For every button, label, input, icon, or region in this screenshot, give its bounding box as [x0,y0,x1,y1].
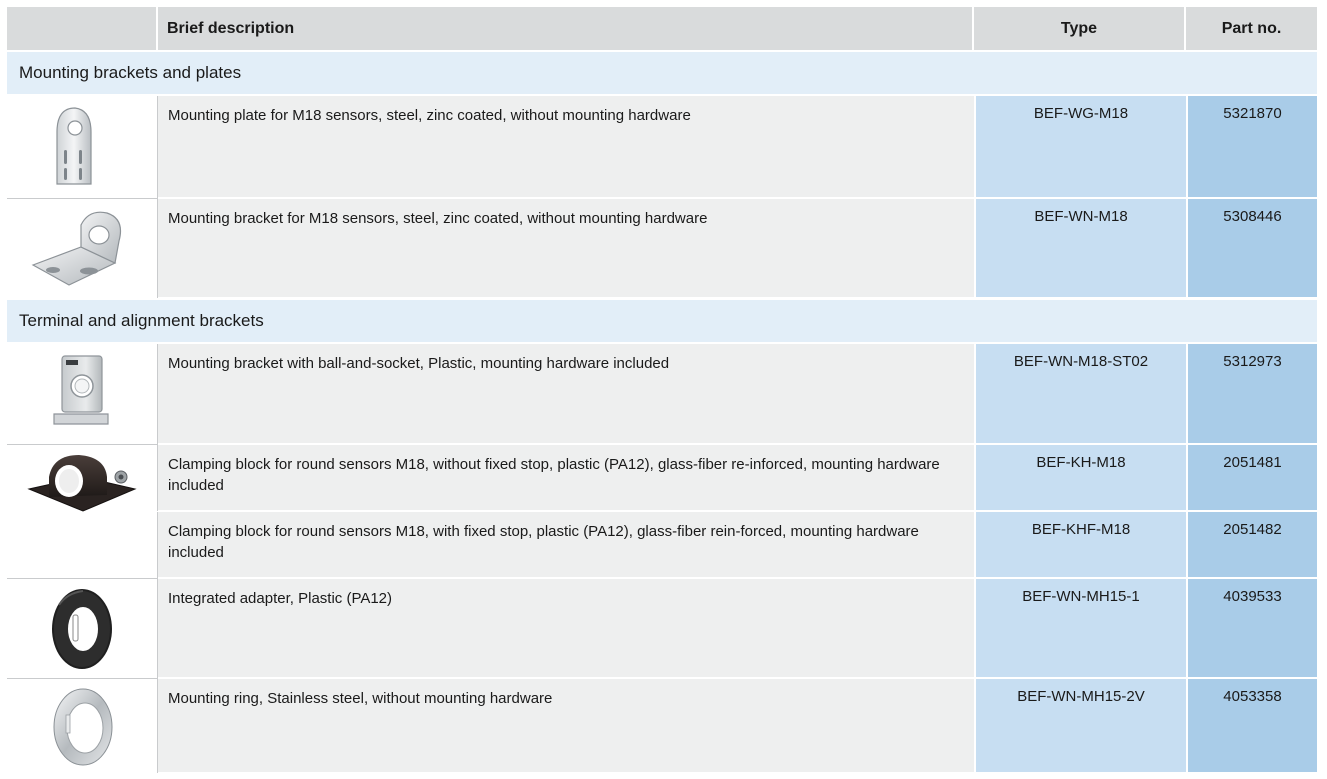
table-row: Clamping block for round sensors M18, wi… [7,445,1317,512]
row-description: Integrated adapter, Plastic (PA12) [158,579,974,678]
header-brief-description: Brief description [158,7,974,50]
ball-socket-bracket-icon [53,355,109,425]
mounting-ring-icon [53,688,113,766]
row-description: Mounting plate for M18 sensors, steel, z… [158,96,974,198]
row-type: BEF-WG-M18 [974,96,1186,198]
row-type: BEF-KHF-M18 [974,512,1186,578]
table-header: Brief description Type Part no. [7,7,1317,50]
row-image-cell [7,579,158,678]
row-type: BEF-WN-M18 [974,199,1186,298]
row-image-cell [7,679,158,773]
row-type: BEF-WN-M18-ST02 [974,344,1186,444]
row-part-no: 2051482 [1186,512,1317,578]
row-description: Clamping block for round sensors M18, wi… [158,445,974,511]
row-image-cell [7,344,158,444]
row-image-cell [7,445,158,512]
header-part-no: Part no. [1186,7,1317,50]
integrated-adapter-icon [52,589,112,669]
mounting-bracket-icon [31,211,122,286]
section-title-terminal-alignment: Terminal and alignment brackets [7,300,1317,342]
row-image-cell [7,512,158,578]
clamping-block-icon [27,455,137,512]
header-type: Type [974,7,1186,50]
table-row: Mounting plate for M18 sensors, steel, z… [7,96,1317,198]
row-part-no: 4039533 [1186,579,1317,678]
header-image-cell [7,7,158,50]
row-part-no: 5321870 [1186,96,1317,198]
row-type: BEF-WN-MH15-1 [974,579,1186,678]
row-type: BEF-KH-M18 [974,445,1186,511]
table-row: Mounting bracket with ball-and-socket, P… [7,344,1317,444]
row-part-no: 5312973 [1186,344,1317,444]
table-row: Mounting ring, Stainless steel, without … [7,679,1317,773]
row-image-cell [7,96,158,198]
row-description: Clamping block for round sensors M18, wi… [158,512,974,578]
table-row: Clamping block for round sensors M18, wi… [7,512,1317,578]
row-type: BEF-WN-MH15-2V [974,679,1186,773]
mounting-plate-icon [56,107,92,185]
row-description: Mounting ring, Stainless steel, without … [158,679,974,773]
row-image-cell [7,199,158,298]
table-row: Mounting bracket for M18 sensors, steel,… [7,199,1317,298]
section-title-mounting-brackets: Mounting brackets and plates [7,52,1317,94]
row-description: Mounting bracket with ball-and-socket, P… [158,344,974,444]
row-part-no: 5308446 [1186,199,1317,298]
table-row: Integrated adapter, Plastic (PA12) BEF-W… [7,579,1317,678]
row-part-no: 4053358 [1186,679,1317,773]
row-description: Mounting bracket for M18 sensors, steel,… [158,199,974,298]
row-part-no: 2051481 [1186,445,1317,511]
